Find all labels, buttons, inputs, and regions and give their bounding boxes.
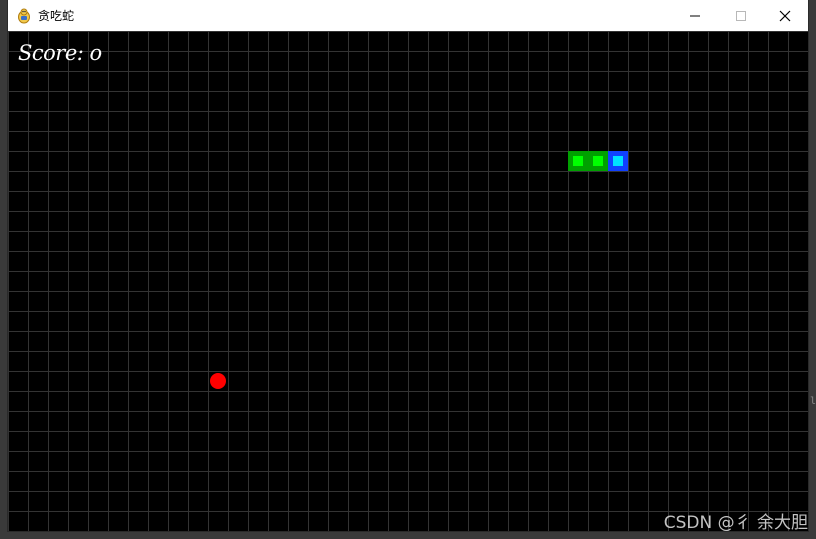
game-window: 贪吃蛇 Score: o bbox=[8, 0, 808, 531]
maximize-button[interactable] bbox=[718, 0, 764, 31]
side-mark: l bbox=[810, 396, 816, 407]
snake-body-segment bbox=[568, 151, 588, 171]
minimize-icon bbox=[690, 15, 700, 16]
grid bbox=[8, 31, 808, 531]
maximize-icon bbox=[736, 10, 746, 21]
title-bar[interactable]: 贪吃蛇 bbox=[8, 0, 808, 31]
snake-body-segment bbox=[588, 151, 608, 171]
pygame-snake-icon bbox=[16, 8, 32, 24]
watermark: CSDN @彳 余大胆 bbox=[663, 513, 808, 533]
snake-head bbox=[608, 151, 628, 171]
score-label: Score: o bbox=[18, 41, 102, 65]
game-board[interactable]: Score: o bbox=[8, 31, 808, 531]
close-button[interactable] bbox=[762, 0, 808, 31]
desktop-background: 贪吃蛇 Score: o CSDN @彳 余大胆 l bbox=[0, 0, 816, 539]
food-item bbox=[210, 373, 226, 389]
minimize-button[interactable] bbox=[672, 0, 718, 31]
close-icon bbox=[779, 10, 791, 21]
window-title: 贪吃蛇 bbox=[38, 9, 75, 23]
